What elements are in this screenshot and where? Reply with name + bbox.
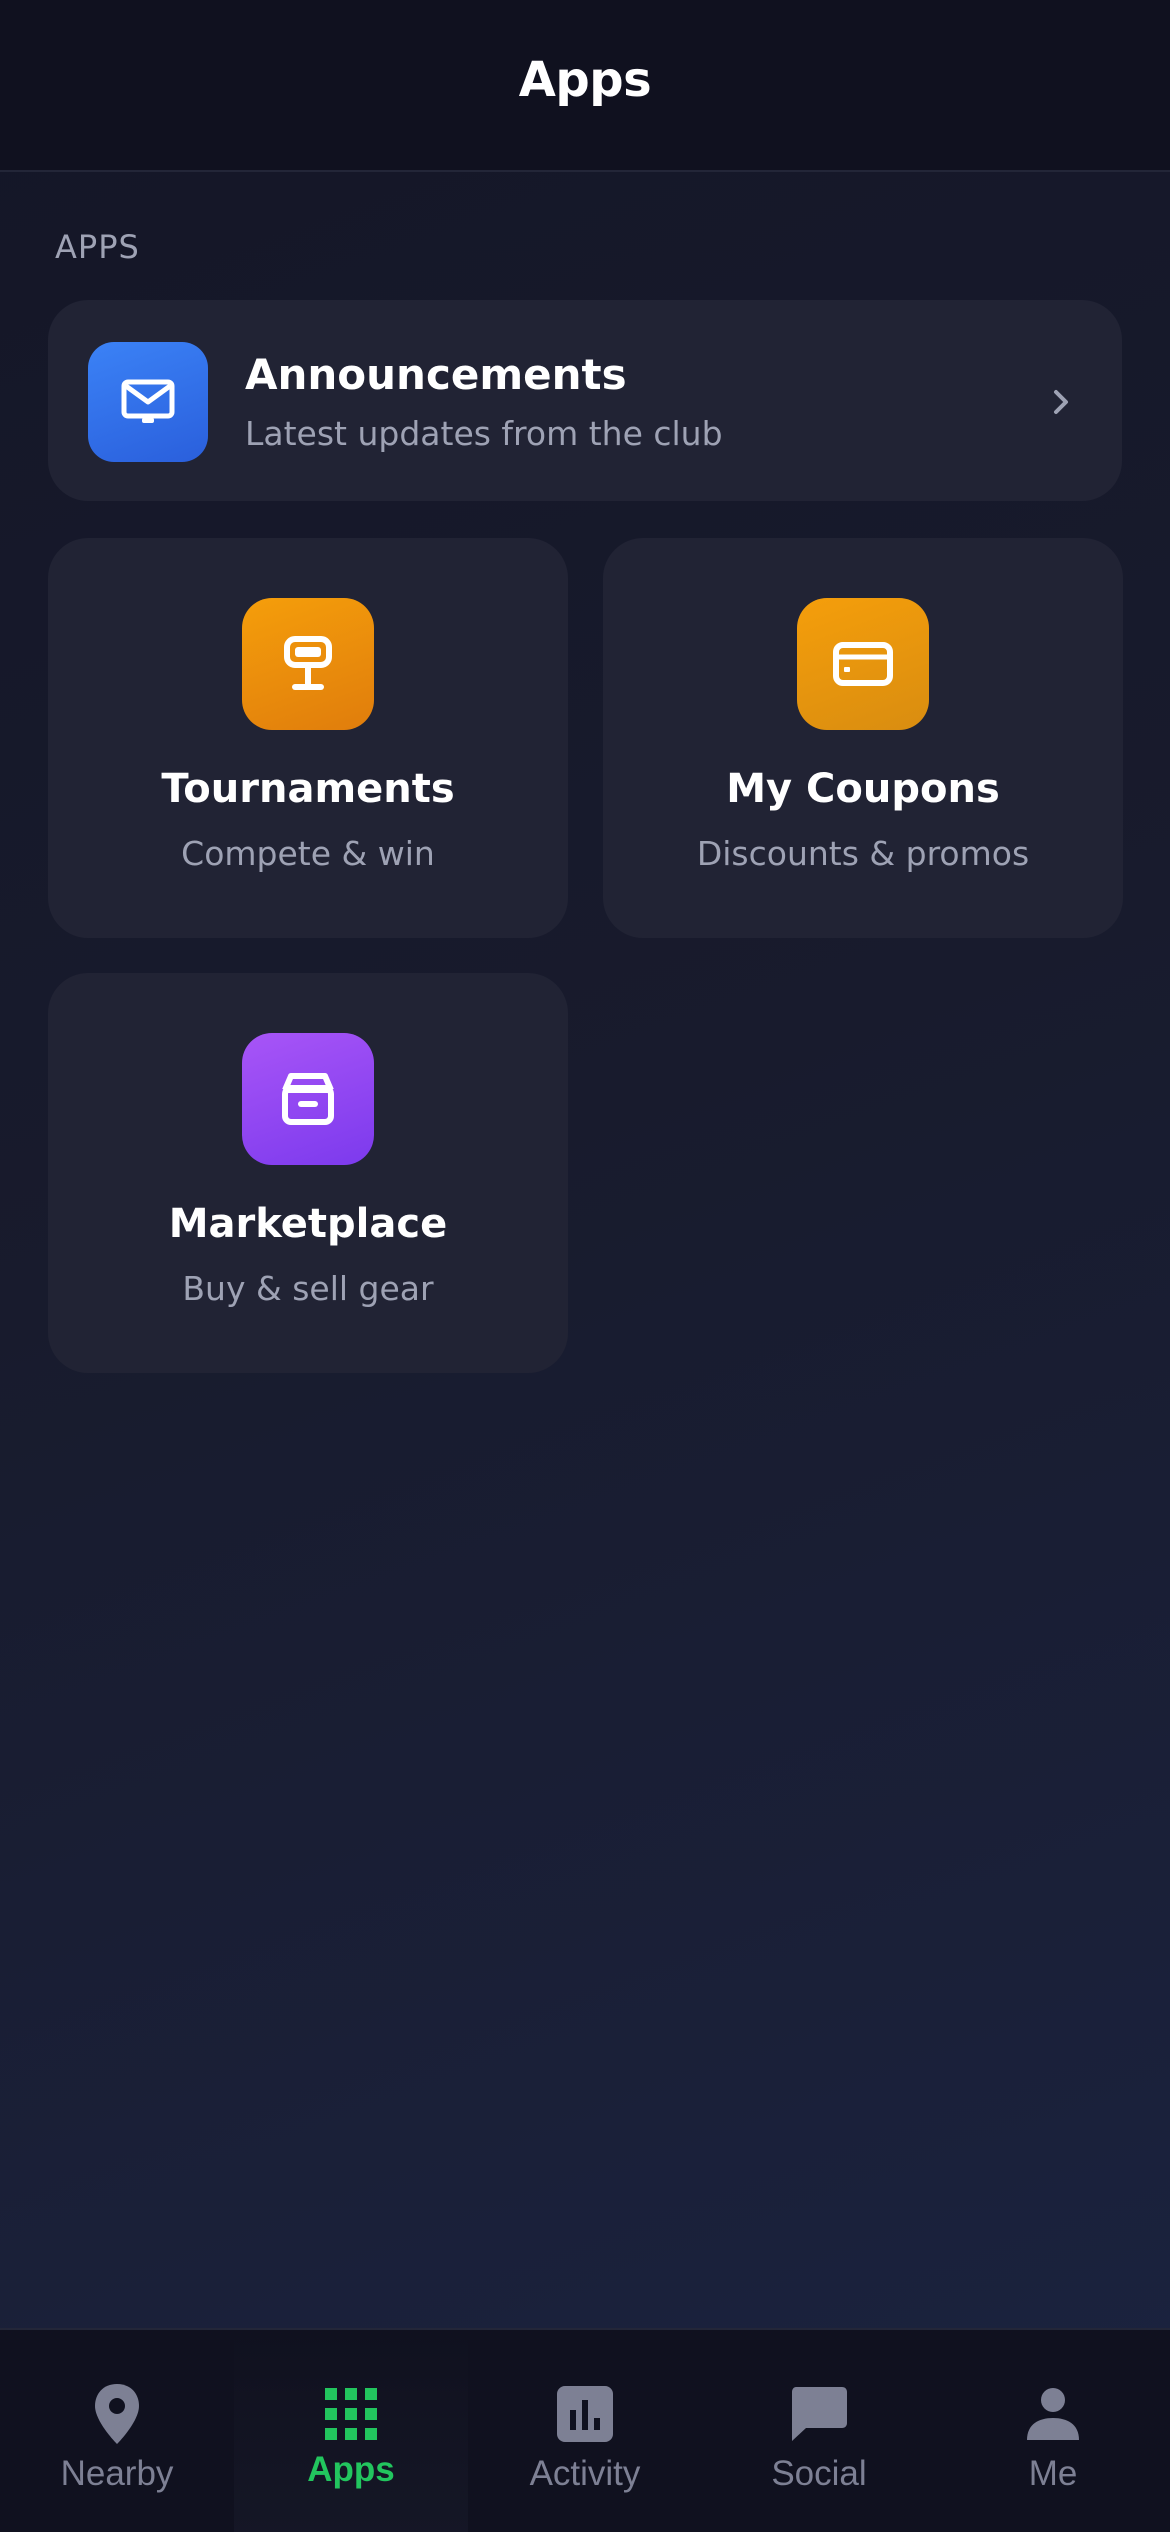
tab-label-me: Me (1028, 2454, 1078, 2493)
bar-chart-icon (555, 2382, 615, 2446)
my-coupons-tile[interactable]: My Coupons Discounts & promos (603, 538, 1123, 938)
announcements-title: Announcements (245, 350, 627, 399)
tab-label-apps: Apps (307, 2450, 395, 2489)
tab-label-nearby: Nearby (60, 2454, 174, 2493)
marketplace-subtitle: Buy & sell gear (182, 1269, 434, 1308)
marketplace-title: Marketplace (168, 1201, 448, 1247)
announcements-card[interactable]: Announcements Latest updates from the cl… (48, 300, 1122, 501)
tab-label-social: Social (771, 2454, 867, 2493)
tab-me[interactable]: Me (936, 2330, 1170, 2532)
bottom-tab-bar: Nearby Apps Activity Social Me (0, 2328, 1170, 2532)
tab-label-activity: Activity (529, 2454, 641, 2493)
chat-bubble-icon (789, 2382, 849, 2446)
tournaments-title: Tournaments (161, 766, 455, 812)
archive-box-icon (242, 1033, 374, 1165)
trophy-icon (242, 598, 374, 730)
announcements-subtitle: Latest updates from the club (245, 414, 723, 453)
tournaments-subtitle: Compete & win (181, 834, 435, 873)
top-header: Apps (0, 0, 1170, 172)
location-pin-icon (87, 2382, 147, 2446)
tab-nearby[interactable]: Nearby (0, 2330, 234, 2532)
marketplace-tile[interactable]: Marketplace Buy & sell gear (48, 973, 568, 1373)
chevron-right-icon (1042, 372, 1082, 432)
person-icon (1023, 2382, 1083, 2446)
my-coupons-title: My Coupons (726, 766, 1000, 812)
tab-activity[interactable]: Activity (468, 2330, 702, 2532)
tab-social[interactable]: Social (702, 2330, 936, 2532)
tab-apps[interactable]: Apps (234, 2330, 468, 2532)
page-title: Apps (518, 52, 652, 108)
credit-card-icon (797, 598, 929, 730)
mail-icon (88, 342, 208, 462)
grid-icon (321, 2382, 381, 2446)
section-label: APPS (55, 228, 140, 266)
tournaments-tile[interactable]: Tournaments Compete & win (48, 538, 568, 938)
my-coupons-subtitle: Discounts & promos (696, 834, 1030, 873)
